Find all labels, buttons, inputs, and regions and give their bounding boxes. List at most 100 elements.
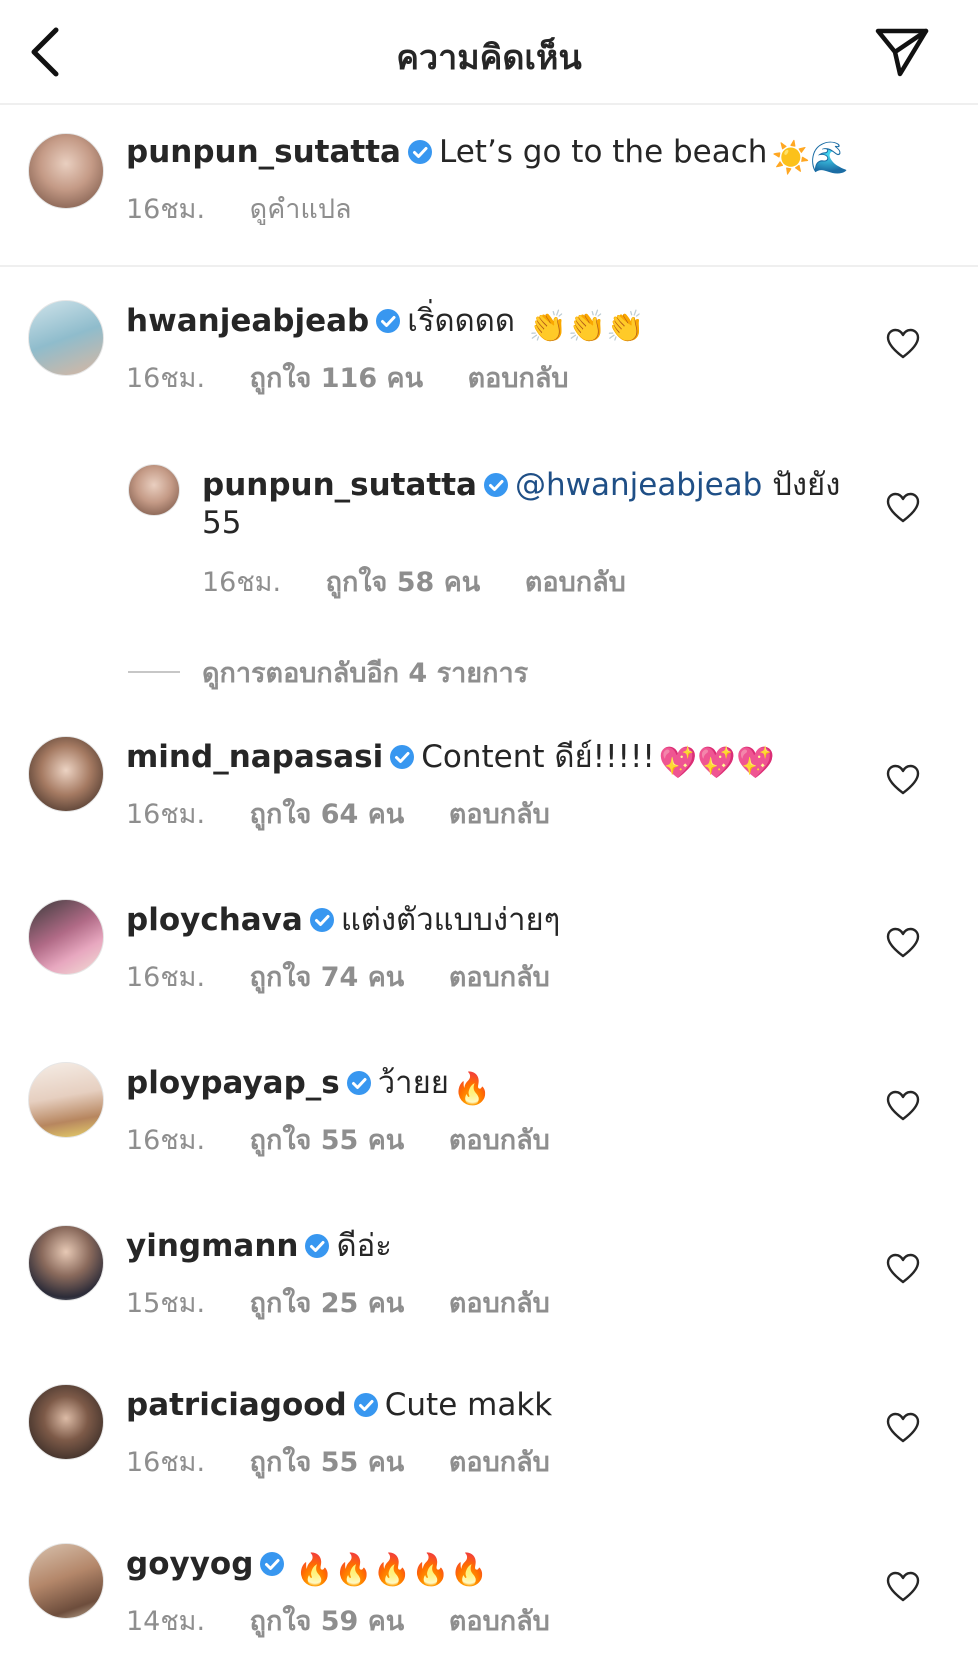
heart-icon[interactable] (886, 1253, 920, 1285)
comment-meta: 16ชม. ถูกใจ 116 คน ตอบกลับ (126, 356, 605, 399)
verified-badge-icon (390, 745, 415, 769)
caption-emojis: ☀️🌊 (771, 140, 849, 176)
verified-badge-icon (353, 1393, 378, 1417)
likes-count-link[interactable]: ถูกใจ 58 คน (326, 567, 481, 598)
username-link[interactable]: patriciagood (126, 1387, 347, 1423)
reply-button[interactable]: ตอบกลับ (525, 567, 626, 598)
reply-button[interactable]: ตอบกลับ (449, 1606, 550, 1637)
verified-badge-icon (407, 140, 432, 164)
comment-text: ploypayap_s ว้ายย 🔥 (126, 1064, 856, 1108)
comment-text: mind_napasasi Content ดีย์!!!!! 💖💖💖 (126, 738, 856, 782)
verified-badge-icon (305, 1234, 330, 1258)
reply-button[interactable]: ตอบกลับ (449, 799, 550, 830)
divider (128, 671, 180, 673)
comment-emojis: 🔥🔥🔥🔥🔥 (295, 1552, 489, 1588)
likes-count-link[interactable]: ถูกใจ 55 คน (250, 1125, 405, 1156)
likes-count-link[interactable]: ถูกใจ 59 คน (250, 1606, 405, 1637)
comment-meta: 16ชม. ถูกใจ 64 คน ตอบกลับ (126, 792, 586, 835)
comment-text: patriciagood Cute makk (126, 1386, 856, 1424)
heart-icon[interactable] (886, 1412, 920, 1444)
avatar[interactable] (28, 300, 104, 376)
mention-link[interactable]: @hwanjeabjeab (515, 467, 762, 503)
comment-body: ปังยัง (772, 467, 841, 503)
comment-body: แต่งตัวแบบง่ายๆ (340, 902, 561, 938)
reply-button[interactable]: ตอบกลับ (468, 363, 569, 394)
caption-text: punpun_sutatta Let’s go to the beach ☀️🌊 (126, 133, 856, 177)
comment-text: yingmann ดีอ่ะ (126, 1227, 856, 1265)
avatar[interactable] (28, 1543, 104, 1619)
username-link[interactable]: goyyog (126, 1546, 253, 1582)
username-link[interactable]: hwanjeabjeab (126, 303, 369, 339)
comment-text: hwanjeabjeab เริ่ดดดด 👏👏👏 (126, 302, 856, 346)
comment-meta: 16ชม. ถูกใจ 74 คน ตอบกลับ (126, 955, 586, 998)
comment-meta: 14ชม. ถูกใจ 59 คน ตอบกลับ (126, 1599, 586, 1642)
comment-body: Content ดีย์!!!!! (421, 739, 655, 775)
avatar[interactable] (28, 899, 104, 975)
caption-meta: 16ชม. ดูคำแปล (126, 187, 388, 230)
comment-body: ว้ายย (377, 1065, 449, 1101)
heart-icon[interactable] (886, 1571, 920, 1603)
comment-body-line-2: 55 (202, 505, 242, 541)
reply-button[interactable]: ตอบกลับ (449, 962, 550, 993)
comment-emojis: 💖💖💖 (658, 745, 775, 781)
view-more-replies-label: ดูการตอบกลับอีก 4 รายการ (202, 657, 529, 689)
verified-badge-icon (309, 908, 334, 932)
heart-icon[interactable] (886, 764, 920, 796)
avatar[interactable] (28, 736, 104, 812)
timestamp: 16ชม. (126, 194, 206, 225)
reply-button[interactable]: ตอบกลับ (449, 1447, 550, 1478)
caption-body: Let’s go to the beach (438, 134, 768, 170)
username-link[interactable]: ploychava (126, 902, 303, 938)
timestamp: 16ชม. (126, 1447, 206, 1478)
see-translation-link[interactable]: ดูคำแปล (250, 194, 352, 225)
comment-body: ดีอ่ะ (336, 1228, 392, 1264)
avatar[interactable] (28, 1225, 104, 1301)
comment-emojis: 👏👏👏 (528, 309, 645, 345)
username-link[interactable]: ploypayap_s (126, 1065, 340, 1101)
reply-button[interactable]: ตอบกลับ (449, 1125, 550, 1156)
comment-meta: 16ชม. ถูกใจ 55 คน ตอบกลับ (126, 1118, 586, 1161)
heart-icon[interactable] (886, 927, 920, 959)
avatar[interactable] (128, 464, 180, 516)
timestamp: 15ชม. (126, 1288, 206, 1319)
username-link[interactable]: mind_napasasi (126, 739, 383, 775)
verified-badge-icon (483, 473, 508, 497)
likes-count-link[interactable]: ถูกใจ 25 คน (250, 1288, 405, 1319)
timestamp: 16ชม. (126, 1125, 206, 1156)
likes-count-link[interactable]: ถูกใจ 116 คน (250, 363, 423, 394)
verified-badge-icon (346, 1071, 371, 1095)
comment-body: Cute makk (384, 1387, 553, 1423)
share-button[interactable] (874, 26, 930, 78)
avatar[interactable] (28, 133, 104, 209)
heart-icon[interactable] (886, 492, 920, 524)
paper-plane-icon (875, 28, 929, 77)
timestamp: 14ชม. (126, 1606, 206, 1637)
timestamp: 16ชม. (202, 567, 282, 598)
heart-icon[interactable] (886, 328, 920, 360)
comment-text: punpun_sutatta @hwanjeabjeab ปังยัง 55 (202, 466, 852, 542)
verified-badge-icon (376, 309, 401, 333)
view-more-replies-button[interactable]: ดูการตอบกลับอีก 4 รายการ (128, 652, 528, 692)
timestamp: 16ชม. (126, 962, 206, 993)
avatar[interactable] (28, 1062, 104, 1138)
page-title: ความคิดเห็น (396, 38, 582, 78)
comment-meta: 15ชม. ถูกใจ 25 คน ตอบกลับ (126, 1281, 586, 1324)
reply-button[interactable]: ตอบกลับ (449, 1288, 550, 1319)
post-caption: punpun_sutatta Let’s go to the beach ☀️🌊 1… (0, 105, 978, 267)
avatar[interactable] (28, 1384, 104, 1460)
heart-icon[interactable] (886, 1090, 920, 1122)
username-link[interactable]: punpun_sutatta (202, 467, 477, 503)
verified-badge-icon (260, 1552, 285, 1576)
comment-text: goyyog 🔥🔥🔥🔥🔥 (126, 1545, 856, 1589)
comment-meta: 16ชม. ถูกใจ 55 คน ตอบกลับ (126, 1440, 586, 1483)
comment-text: ploychava แต่งตัวแบบง่ายๆ (126, 901, 856, 939)
likes-count-link[interactable]: ถูกใจ 74 คน (250, 962, 405, 993)
likes-count-link[interactable]: ถูกใจ 55 คน (250, 1447, 405, 1478)
username-link[interactable]: punpun_sutatta (126, 134, 401, 170)
timestamp: 16ชม. (126, 363, 206, 394)
likes-count-link[interactable]: ถูกใจ 64 คน (250, 799, 405, 830)
top-bar: ความคิดเห็น (0, 0, 978, 105)
comment-meta: 16ชม. ถูกใจ 58 คน ตอบกลับ (202, 560, 662, 603)
username-link[interactable]: yingmann (126, 1228, 298, 1264)
timestamp: 16ชม. (126, 799, 206, 830)
